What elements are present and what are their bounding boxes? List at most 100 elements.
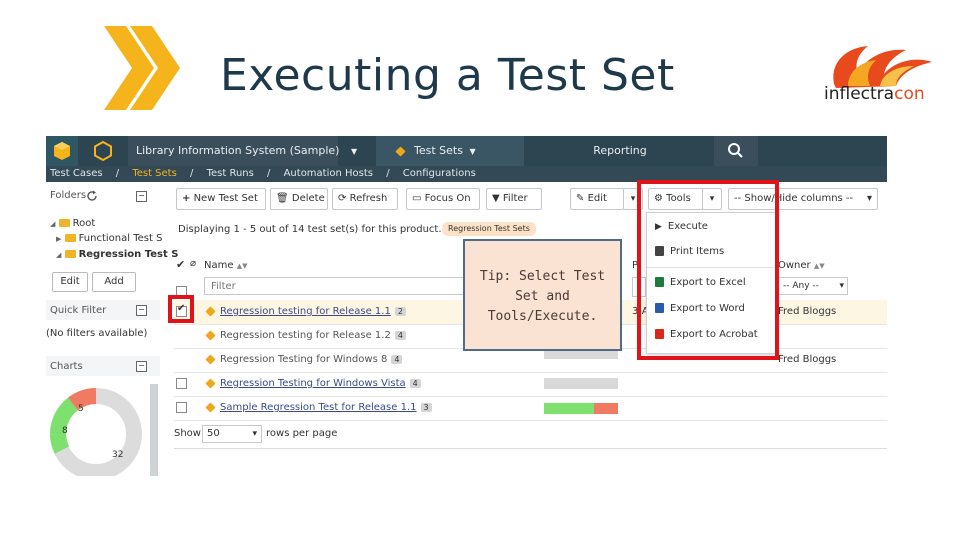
row-name: Regression testing for Release 1.2 — [220, 330, 391, 341]
row-count: 2 — [394, 306, 406, 316]
delete-button[interactable]: 🗑 Delete — [270, 188, 328, 210]
table-row[interactable]: Regression testing for Release 1.2 4 — [205, 329, 406, 341]
collapse-quick-filter-button[interactable]: − — [136, 305, 147, 316]
filter-icon: ▼ — [492, 193, 500, 204]
edit-folder-button[interactable]: Edit — [52, 272, 88, 292]
attachment-icon: ⌀ — [190, 258, 197, 269]
logo-wordmark-part1: inflectra — [824, 84, 895, 104]
subnav-test-sets[interactable]: Test Sets — [132, 168, 177, 179]
chart-label-32: 32 — [112, 450, 124, 460]
search-icon — [728, 143, 743, 158]
tree-item-label: Root — [72, 218, 96, 229]
column-header-owner[interactable]: Owner ▲▼ — [778, 260, 825, 271]
execution-status-bar-failed — [594, 403, 618, 414]
project-selector[interactable]: Library Information System (Sample) ▼ — [128, 136, 357, 166]
filter-label: Filter — [502, 193, 528, 204]
row-name: Regression Testing for Windows Vista — [220, 378, 406, 389]
row-divider — [174, 396, 887, 397]
page-size-select[interactable]: 50 ▾ — [202, 425, 262, 443]
row-count: 4 — [391, 354, 403, 364]
tree-item-label: Regression Test S — [78, 249, 179, 260]
donut-chart — [50, 388, 142, 476]
chevron-down-icon: ▾ — [866, 193, 872, 204]
chevron-down-icon: ▼ — [350, 147, 358, 156]
table-row[interactable]: Sample Regression Test for Release 1.1 3 — [205, 401, 432, 413]
row-divider — [174, 372, 887, 373]
folder-open-icon: ▭ — [412, 193, 422, 204]
table-row[interactable]: Regression Testing for Windows 84 — [205, 353, 403, 365]
tree-item-regression[interactable]: ◢ Regression Test S — [56, 249, 178, 260]
chevron-down-icon: ▾ — [630, 194, 636, 204]
tree-item-label: Functional Test S — [78, 233, 163, 244]
filter-button[interactable]: ▼ Filter — [486, 188, 542, 210]
quick-filter-title: Quick Filter — [50, 305, 107, 316]
tab-test-sets[interactable]: Test Sets ▼ — [376, 136, 524, 166]
tip-line-2: Set and — [515, 289, 570, 304]
table-row[interactable]: Regression testing for Release 1.1 2 — [205, 305, 406, 317]
row-owner: Fred Bloggs — [778, 354, 837, 365]
tip-callout: Tip: Select Test Set and Tools/Execute. — [463, 239, 622, 351]
plus-icon: + — [182, 193, 191, 204]
chart-label-8: 8 — [62, 426, 68, 436]
test-set-icon — [205, 353, 216, 365]
refresh-icon[interactable] — [86, 190, 98, 202]
collapse-folders-button[interactable]: − — [136, 191, 147, 202]
tab-reporting[interactable]: Reporting — [526, 136, 714, 166]
refresh-button[interactable]: ⟳ Refresh — [332, 188, 398, 210]
folder-icon — [64, 250, 76, 258]
tree-item-functional[interactable]: ▶ Functional Test S — [56, 233, 162, 244]
charts-title: Charts — [50, 361, 83, 372]
subnav-automation-hosts[interactable]: Automation Hosts — [284, 168, 373, 179]
checkbox-highlight — [168, 295, 194, 323]
add-folder-button[interactable]: Add — [92, 272, 136, 292]
folders-title: Folders — [50, 190, 87, 201]
table-row[interactable]: Regression Testing for Windows Vista 4 — [205, 377, 421, 389]
cube-icon — [395, 146, 406, 157]
edit-label: Edit — [587, 193, 607, 204]
test-set-icon — [205, 401, 216, 413]
app-logo-icon — [54, 142, 70, 160]
chevrons-logo — [104, 26, 180, 110]
displaying-text: Displaying 1 - 5 out of 14 test set(s) f… — [178, 224, 442, 235]
chevron-down-icon: ▾ — [839, 281, 844, 291]
edit-button[interactable]: ✎ Edit — [570, 188, 624, 210]
row-checkbox[interactable] — [176, 402, 187, 413]
chart-label-5: 5 — [78, 404, 84, 414]
folder-badge: Regression Test Sets — [442, 222, 536, 236]
folder-icon — [64, 234, 76, 242]
row-checkbox[interactable] — [176, 378, 187, 389]
sort-icon: ▲▼ — [236, 262, 248, 270]
show-label: Show — [174, 428, 201, 439]
subnav-sep: / — [386, 168, 390, 179]
subnav-test-runs[interactable]: Test Runs — [207, 168, 254, 179]
row-name: Regression Testing for Windows 8 — [220, 354, 388, 365]
focus-on-button[interactable]: ▭ Focus On — [406, 188, 480, 210]
column-header-name-label: Name — [204, 260, 234, 271]
owner-filter-value: -- Any -- — [783, 281, 819, 291]
subnav-sep: / — [267, 168, 271, 179]
select-all-checkmark[interactable]: ✔ — [176, 258, 185, 271]
tip-line-3: Tools/Execute. — [487, 309, 598, 324]
collapse-charts-button[interactable]: − — [136, 361, 147, 372]
project-name: Library Information System (Sample) — [136, 144, 340, 157]
sidebar-scrollbar[interactable] — [150, 384, 158, 476]
new-test-set-button[interactable]: + New Test Set — [176, 188, 266, 210]
name-filter-input[interactable] — [204, 277, 504, 295]
footer-divider — [174, 448, 887, 449]
column-header-name[interactable]: Name ▲▼ — [204, 260, 247, 271]
tab-test-sets-label: Test Sets — [414, 144, 463, 157]
search-button[interactable] — [714, 136, 758, 166]
test-set-icon — [205, 305, 216, 317]
logo-wordmark: inflectracon — [824, 84, 925, 104]
execution-status-bar — [544, 378, 618, 389]
chevron-down-icon: ▾ — [252, 429, 257, 439]
subnav-configurations[interactable]: Configurations — [403, 168, 476, 179]
trash-icon: 🗑 — [276, 193, 289, 204]
hexagon-icon[interactable] — [92, 140, 114, 162]
owner-filter-select[interactable]: -- Any -- ▾ — [778, 277, 848, 295]
subnav-test-cases[interactable]: Test Cases — [50, 168, 103, 179]
no-filters-text: (No filters available) — [46, 328, 148, 339]
tree-item-root[interactable]: ◢ Root — [50, 218, 95, 229]
rows-per-page-label: rows per page — [266, 428, 338, 439]
app-logo[interactable] — [46, 136, 78, 166]
